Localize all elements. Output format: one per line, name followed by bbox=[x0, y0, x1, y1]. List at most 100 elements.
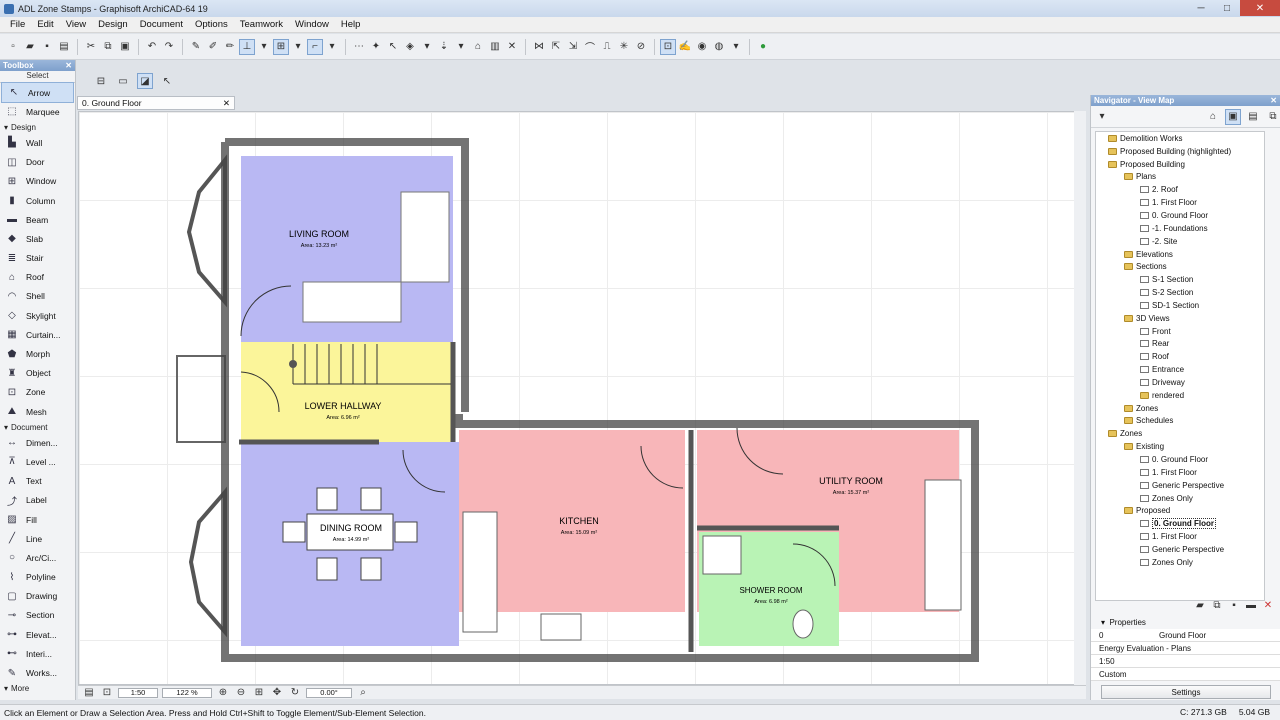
maximize-button[interactable]: □ bbox=[1214, 0, 1240, 16]
dropdown-icon[interactable]: ▾ bbox=[325, 40, 339, 54]
layout-icon[interactable]: ▤ bbox=[82, 686, 96, 700]
stretch-icon[interactable]: ⇲ bbox=[566, 40, 580, 54]
view-map-menu-icon[interactable]: ▾ bbox=[1095, 110, 1109, 124]
menu-file[interactable]: File bbox=[10, 19, 25, 30]
layout-book-icon[interactable]: ▤ bbox=[1246, 110, 1260, 124]
tree-item[interactable]: Zones bbox=[1096, 427, 1264, 440]
tool-marquee[interactable]: ⬚ Marquee bbox=[0, 102, 75, 121]
rotated-rectangle-icon[interactable]: ◪ bbox=[137, 73, 153, 89]
tree-item[interactable]: Demolition Works bbox=[1096, 132, 1264, 145]
tree-item[interactable]: Proposed Building bbox=[1096, 158, 1264, 171]
tool-column[interactable]: ▮ Column bbox=[0, 191, 75, 210]
teamwork-icon[interactable]: ● bbox=[756, 40, 770, 54]
more-group-header[interactable]: More bbox=[0, 683, 75, 695]
close-button[interactable]: ✕ bbox=[1240, 0, 1280, 16]
tool-object[interactable]: ♜ Object bbox=[0, 364, 75, 383]
layer-icon[interactable]: ◈ bbox=[403, 40, 417, 54]
tool-interior-elevation[interactable]: ⊷ Interi... bbox=[0, 644, 75, 663]
property-id-name[interactable]: 0 Ground Floor bbox=[1091, 629, 1280, 642]
menu-help[interactable]: Help bbox=[341, 19, 361, 30]
pick-up-icon[interactable]: ✎ bbox=[189, 40, 203, 54]
tool-drawing[interactable]: ▢ Drawing bbox=[0, 587, 75, 606]
tool-door[interactable]: ◫ Door bbox=[0, 153, 75, 172]
tool-shell[interactable]: ◠ Shell bbox=[0, 287, 75, 306]
tree-item[interactable]: Rear bbox=[1096, 338, 1264, 351]
offset-icon[interactable]: ⎍ bbox=[600, 40, 614, 54]
view-map-icon[interactable]: ▣ bbox=[1225, 108, 1241, 125]
tool-worksheet[interactable]: ✎ Works... bbox=[0, 663, 75, 682]
fit-icon[interactable]: ⊞ bbox=[252, 686, 266, 700]
copy-icon[interactable]: ⧉ bbox=[101, 40, 115, 54]
tree-item[interactable]: Roof bbox=[1096, 350, 1264, 363]
mirror-icon[interactable]: ⋈ bbox=[532, 40, 546, 54]
tree-item[interactable]: Elevations bbox=[1096, 248, 1264, 261]
arrow-down-icon[interactable]: ⇣ bbox=[437, 40, 451, 54]
close-x-icon[interactable]: ✕ bbox=[505, 40, 519, 54]
rectangle-icon[interactable]: ▭ bbox=[116, 74, 130, 88]
zoom-out-icon[interactable]: ⊖ bbox=[234, 686, 248, 700]
arrow-icon[interactable]: ↖ bbox=[160, 74, 174, 88]
tool-arrow[interactable]: ↖ Arrow bbox=[1, 81, 74, 104]
property-energy[interactable]: Energy Evaluation - Plans bbox=[1091, 642, 1280, 655]
tool-curtain-wall[interactable]: ▦ Curtain... bbox=[0, 325, 75, 344]
section-icon[interactable]: ⌂ bbox=[471, 40, 485, 54]
redo-icon[interactable]: ↷ bbox=[162, 40, 176, 54]
snap-icon[interactable]: ⊞ bbox=[273, 38, 289, 55]
magic-wand-icon[interactable]: ✦ bbox=[369, 40, 383, 54]
pencil-icon[interactable]: ✏ bbox=[223, 40, 237, 54]
print-icon[interactable]: ▤ bbox=[57, 40, 71, 54]
tool-text[interactable]: A Text bbox=[0, 472, 75, 491]
paste-icon[interactable]: ▣ bbox=[118, 40, 132, 54]
dropdown-icon[interactable]: ▾ bbox=[257, 40, 271, 54]
delete-icon[interactable]: ✕ bbox=[1261, 598, 1275, 612]
fillet-icon[interactable]: ⌒ bbox=[583, 40, 597, 54]
gravity-icon[interactable]: ⊥ bbox=[239, 38, 255, 55]
dropdown-icon[interactable]: ▾ bbox=[291, 40, 305, 54]
property-scale[interactable]: 1:50 bbox=[1091, 655, 1280, 668]
tree-item[interactable]: 3D Views bbox=[1096, 312, 1264, 325]
pan-icon[interactable]: ✥ bbox=[270, 686, 284, 700]
cursor-icon[interactable]: ↖ bbox=[386, 40, 400, 54]
tree-item[interactable]: Generic Perspective bbox=[1096, 543, 1264, 556]
eyedropper-icon[interactable]: ⊘ bbox=[634, 40, 648, 54]
menu-edit[interactable]: Edit bbox=[37, 19, 53, 30]
tab-ground-floor[interactable]: 0. Ground Floor ✕ bbox=[77, 96, 235, 110]
drag-icon[interactable]: ⇱ bbox=[549, 40, 563, 54]
dropdown-icon[interactable]: ▾ bbox=[420, 40, 434, 54]
zoom-field[interactable]: 122 % bbox=[162, 687, 212, 698]
tool-roof[interactable]: ⌂ Roof bbox=[0, 268, 75, 287]
tool-stair[interactable]: ≣ Stair bbox=[0, 249, 75, 268]
cut-icon[interactable]: ✂ bbox=[84, 40, 98, 54]
clone-icon[interactable]: ⧉ bbox=[1210, 598, 1224, 612]
brush-icon[interactable]: ✍ bbox=[678, 40, 692, 54]
tree-item[interactable]: Schedules bbox=[1096, 415, 1264, 428]
tool-dimension[interactable]: ↔ Dimen... bbox=[0, 433, 75, 452]
partial-structure-icon[interactable]: ⊟ bbox=[94, 74, 108, 88]
tree-item[interactable]: Zones Only bbox=[1096, 556, 1264, 569]
tree-item[interactable]: Proposed Building (highlighted) bbox=[1096, 145, 1264, 158]
menu-teamwork[interactable]: Teamwork bbox=[240, 19, 283, 30]
tree-item[interactable]: 1. First Floor bbox=[1096, 530, 1264, 543]
explode-icon[interactable]: ✳ bbox=[617, 40, 631, 54]
document-group-header[interactable]: Document bbox=[0, 421, 75, 433]
tool-zone[interactable]: ⊡ Zone bbox=[0, 383, 75, 402]
tree-item[interactable]: -2. Site bbox=[1096, 235, 1264, 248]
menu-window[interactable]: Window bbox=[295, 19, 329, 30]
tree-item[interactable]: 0. Ground Floor bbox=[1096, 517, 1264, 530]
tree-item[interactable]: Front bbox=[1096, 325, 1264, 338]
minimize-button[interactable]: ─ bbox=[1188, 0, 1214, 16]
zoom-window-icon[interactable]: ⊡ bbox=[100, 686, 114, 700]
new-folder-icon[interactable]: ▰ bbox=[1193, 598, 1207, 612]
project-map-icon[interactable]: ⌂ bbox=[1206, 110, 1220, 124]
grid-icon[interactable]: ⋯ bbox=[352, 40, 366, 54]
menu-document[interactable]: Document bbox=[140, 19, 183, 30]
plan-canvas[interactable]: LIVING ROOM Area: 13.23 m² LOWER HALLWAY… bbox=[78, 111, 1085, 685]
publisher-icon[interactable]: ⧉ bbox=[1266, 110, 1280, 124]
tool-fill[interactable]: ▨ Fill bbox=[0, 510, 75, 529]
tool-slab[interactable]: ◆ Slab bbox=[0, 229, 75, 248]
plan-view-icon[interactable]: ⊡ bbox=[660, 38, 676, 55]
rotate-icon[interactable]: ↻ bbox=[288, 686, 302, 700]
tree-item[interactable]: S-1 Section bbox=[1096, 273, 1264, 286]
settings-button[interactable]: Settings bbox=[1101, 685, 1271, 699]
open-icon[interactable]: ▰ bbox=[23, 40, 37, 54]
